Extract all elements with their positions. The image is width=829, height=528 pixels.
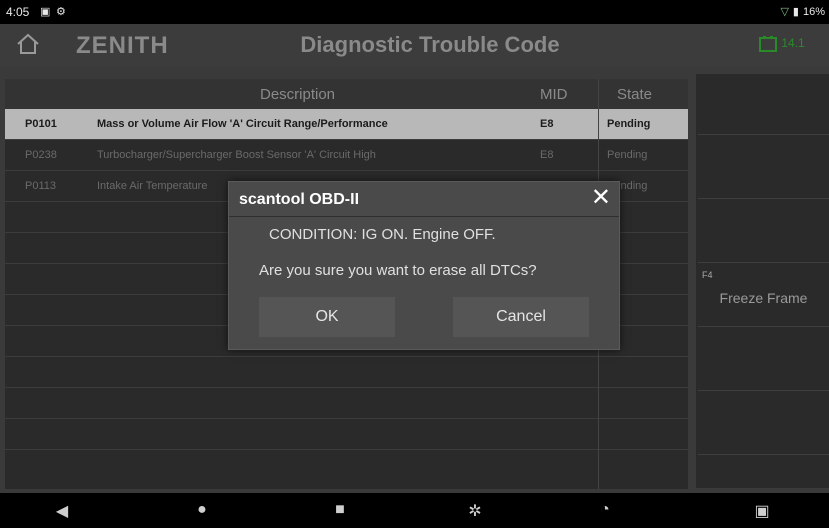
column-mid: MID [540, 86, 568, 103]
function-key-1[interactable] [698, 74, 829, 135]
close-icon[interactable]: ✕ [591, 186, 611, 210]
screenshot-icon[interactable]: ▣ [752, 501, 772, 521]
dtc-description: Intake Air Temperature [97, 180, 208, 192]
page-title: Diagnostic Trouble Code [300, 32, 560, 57]
header: ZENITH Diagnostic Trouble Code 14.1 [0, 24, 829, 66]
erase-dtc-dialog: scantool OBD-II ✕ CONDITION: IG ON. Engi… [228, 181, 620, 350]
dtc-code: P0238 [25, 149, 57, 161]
table-row-empty [5, 357, 688, 388]
status-time: 4:05 [6, 5, 30, 19]
dialog-confirm-text: Are you sure you want to erase all DTCs? [259, 262, 537, 279]
brand-logo: ZENITH [76, 32, 169, 59]
dtc-description: Turbocharger/Supercharger Boost Sensor '… [97, 149, 376, 161]
wifi-icon: ▽ [780, 6, 789, 18]
browser-icon[interactable]: ◔ [595, 501, 615, 521]
function-key-3[interactable] [698, 202, 829, 263]
function-key-6[interactable] [698, 394, 829, 455]
home-nav-icon[interactable]: ● [192, 501, 212, 521]
dtc-description: Mass or Volume Air Flow 'A' Circuit Rang… [97, 118, 388, 130]
dtc-code: P0101 [25, 118, 57, 130]
function-key-sidebar: F4 Freeze Frame [696, 74, 829, 488]
dtc-mid: E8 [540, 149, 554, 161]
back-icon[interactable]: ◀ [52, 501, 72, 521]
status-bar: 4:05 ▣ ⚙ ▽ ▮ 16% [0, 0, 829, 24]
dtc-mid: E8 [540, 118, 554, 130]
dialog-divider [229, 216, 619, 217]
column-description: Description [260, 86, 336, 103]
function-key-label: F4 [702, 270, 713, 280]
status-battery: 16% [802, 5, 825, 18]
dtc-state: Pending [607, 149, 648, 161]
function-key-5[interactable] [698, 330, 829, 391]
recents-icon[interactable]: ■ [330, 501, 350, 521]
screen-icon: ▣ [40, 6, 51, 18]
navigation-bar: ◀ ● ■ ✲ ◔ ▣ [0, 493, 829, 528]
table-header: Description MID State [5, 79, 688, 109]
freeze-frame-button[interactable]: F4 Freeze Frame [698, 266, 829, 327]
vehicle-battery-value: 14.1 [781, 36, 805, 51]
table-row-empty [5, 419, 688, 450]
status-right: ▽ ▮ 16% [780, 5, 825, 19]
column-state: State [617, 86, 653, 103]
dialog-condition-text: CONDITION: IG ON. Engine OFF. [269, 226, 496, 243]
vehicle-battery-indicator: 14.1 [758, 34, 824, 56]
table-row-empty [5, 388, 688, 419]
dialog-title: scantool OBD-II [239, 191, 360, 208]
function-key-2[interactable] [698, 138, 829, 199]
settings-icon: ⚙ [56, 6, 66, 18]
gear-icon[interactable]: ✲ [465, 501, 485, 521]
cancel-button[interactable]: Cancel [453, 297, 589, 337]
battery-icon: ▮ [792, 6, 799, 18]
table-row[interactable]: P0101 Mass or Volume Air Flow 'A' Circui… [5, 109, 688, 140]
ok-button[interactable]: OK [259, 297, 395, 337]
freeze-frame-label: Freeze Frame [719, 290, 808, 306]
dtc-state: Pending [607, 118, 651, 130]
home-icon[interactable] [14, 30, 42, 58]
table-row[interactable]: P0238 Turbocharger/Supercharger Boost Se… [5, 140, 688, 171]
dtc-code: P0113 [25, 180, 56, 192]
